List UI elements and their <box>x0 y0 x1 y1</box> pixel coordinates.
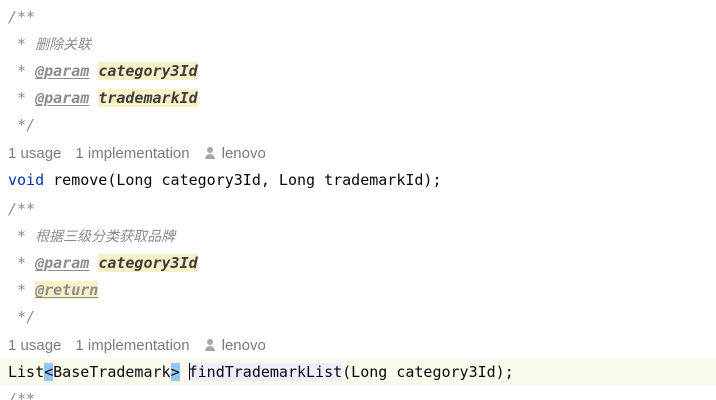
javadoc-star: * <box>8 227 36 245</box>
usages-hint[interactable]: 1 usage <box>8 145 61 162</box>
method-args: (Long category3Id); <box>342 363 514 381</box>
method-name-rest: indTrademarkList <box>197 363 343 381</box>
user-icon <box>204 147 216 159</box>
javadoc-star: * <box>8 62 36 80</box>
param-tag[interactable]: @param <box>35 62 89 80</box>
return-tag[interactable]: @return <box>35 281 99 299</box>
javadoc-close: */ <box>8 308 36 326</box>
javadoc-open-partial: /** <box>8 390 36 400</box>
javadoc-description: * 删除关联 <box>0 31 716 58</box>
javadoc-open: /** <box>8 8 36 26</box>
author-name: lenovo <box>221 337 266 354</box>
signature-rest: remove(Long category3Id, Long trademarkI… <box>44 171 442 189</box>
method-signature-findTrademarkList[interactable]: List<BaseTrademark> findTrademarkList(Lo… <box>0 359 716 386</box>
javadoc-desc-text: 根据三级分类获取品牌 <box>35 229 176 245</box>
implementations-hint[interactable]: 1 implementation <box>75 145 189 162</box>
next-javadoc-fragment-clip: /** <box>0 387 716 400</box>
param-tag[interactable]: @param <box>35 89 89 107</box>
param-name[interactable]: trademarkId <box>98 89 198 107</box>
param-name[interactable]: category3Id <box>98 254 198 272</box>
close-angle-bracket: > <box>170 363 180 381</box>
implementations-hint[interactable]: 1 implementation <box>75 337 189 354</box>
keyword-void: void <box>8 171 45 189</box>
usages-hint[interactable]: 1 usage <box>8 337 61 354</box>
javadoc-star: * <box>8 89 36 107</box>
author-hint[interactable]: lenovo <box>204 337 266 354</box>
javadoc-param-line: * @param category3Id <box>0 58 716 85</box>
javadoc-param-line: * @param trademarkId <box>0 85 716 112</box>
code-vision-hints: 1 usage 1 implementation lenovo <box>0 332 266 359</box>
javadoc-close: */ <box>8 116 36 134</box>
author-hint[interactable]: lenovo <box>204 145 266 162</box>
type-list[interactable]: List <box>8 363 44 381</box>
javadoc-star: * <box>8 35 36 53</box>
javadoc-star: * <box>8 254 36 272</box>
user-icon <box>204 339 216 351</box>
method-name-first-char: f <box>188 363 198 381</box>
javadoc-open: /** <box>8 200 36 218</box>
javadoc-star: * <box>8 281 36 299</box>
javadoc-return-line: * @return <box>0 277 716 304</box>
method-signature-remove[interactable]: void remove(Long category3Id, Long trade… <box>0 167 716 194</box>
method-name-findTrademarkList[interactable]: findTrademarkList <box>188 363 343 381</box>
code-vision-hints: 1 usage 1 implementation lenovo <box>0 140 266 167</box>
javadoc-desc-text: 删除关联 <box>35 37 92 53</box>
param-name[interactable]: category3Id <box>98 62 198 80</box>
type-basetrademark[interactable]: BaseTrademark <box>53 363 170 381</box>
javadoc-description: * 根据三级分类获取品牌 <box>0 223 716 250</box>
javadoc-param-line: * @param category3Id <box>0 250 716 277</box>
param-tag[interactable]: @param <box>35 254 89 272</box>
open-angle-bracket: < <box>44 363 54 381</box>
author-name: lenovo <box>221 145 266 162</box>
